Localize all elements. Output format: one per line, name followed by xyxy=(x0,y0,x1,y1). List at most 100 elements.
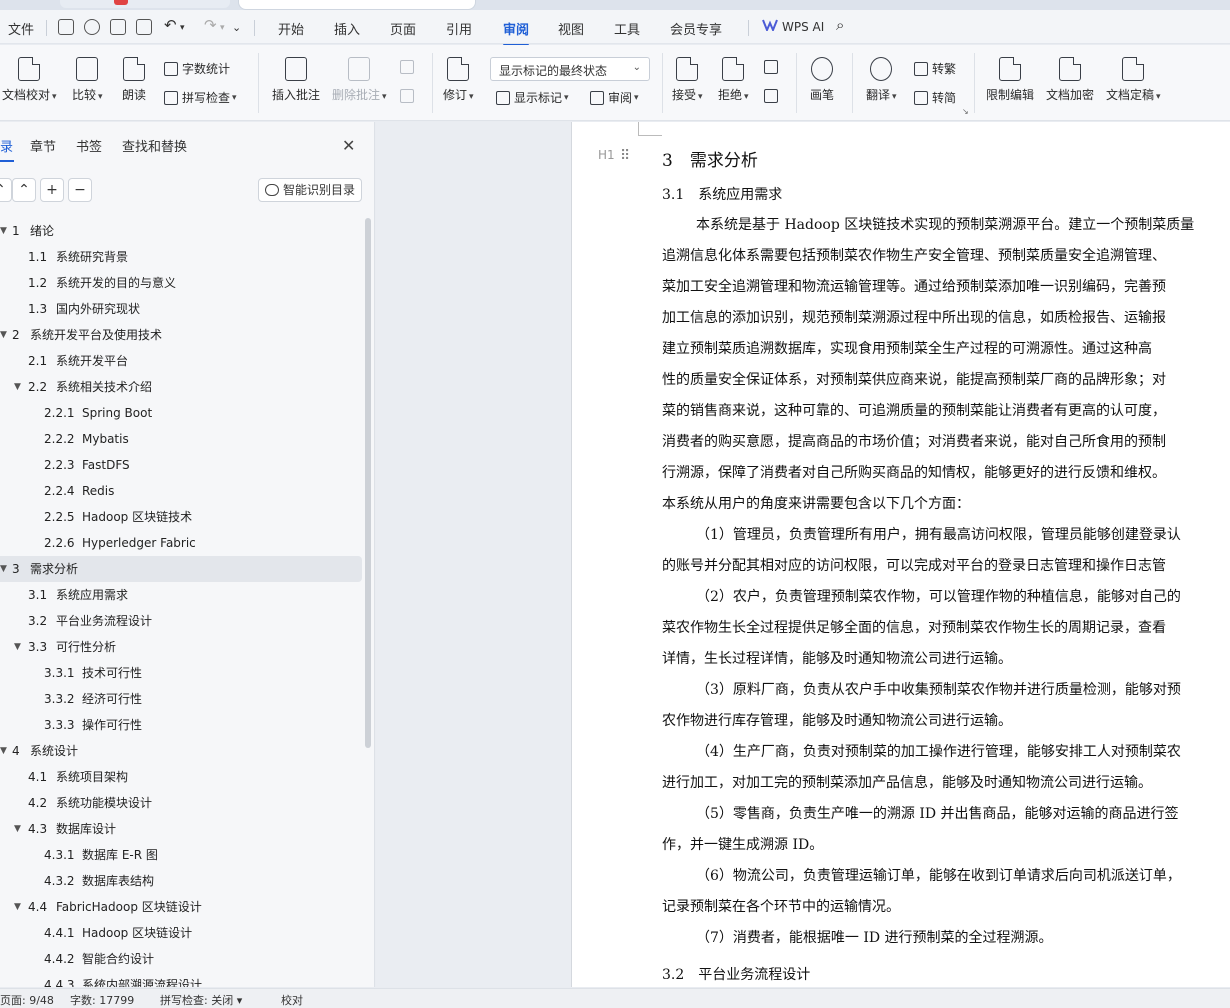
toc-item[interactable]: 4.4.3 系统内部溯源流程设计 xyxy=(0,972,362,987)
encrypt-document-button[interactable]: 文档加密 xyxy=(1046,57,1094,103)
tab-references[interactable]: 引用 xyxy=(446,19,472,38)
toc-item[interactable]: ▼ 4.4 FabricHadoop 区块链设计 xyxy=(0,894,362,920)
next-revision-button[interactable] xyxy=(764,89,782,103)
expand-toggle-icon[interactable]: ▼ xyxy=(0,556,7,582)
tab-page[interactable]: 页面 xyxy=(390,19,416,38)
word-count-indicator[interactable]: 字数: 17799 xyxy=(70,992,134,1008)
toc-item[interactable]: ▼ 3 需求分析 xyxy=(0,556,362,582)
nav-tab-find-replace[interactable]: 查找和替换 xyxy=(122,136,187,155)
reject-button[interactable]: 拒绝 ▾ xyxy=(718,57,749,103)
accept-button[interactable]: 接受 ▾ xyxy=(672,57,703,103)
tab-member[interactable]: 会员专享 xyxy=(670,19,722,38)
nav-tab-toc[interactable]: 录 xyxy=(0,136,15,162)
toc-item[interactable]: 3.1 系统应用需求 xyxy=(0,582,362,608)
expand-toggle-icon[interactable]: ▼ xyxy=(14,374,21,400)
toc-item[interactable]: 1.3 国内外研究现状 xyxy=(0,296,362,322)
add-heading-button[interactable]: + xyxy=(40,178,64,202)
toc-item[interactable]: 4.4.1 Hadoop 区块链设计 xyxy=(0,920,362,946)
finalize-document-button[interactable]: 文档定稿 ▾ xyxy=(1106,57,1161,103)
read-aloud-button[interactable]: 朗读 xyxy=(122,57,146,103)
translate-button[interactable]: 翻译 ▾ xyxy=(866,57,897,103)
menu-file[interactable]: 文件 xyxy=(8,19,34,38)
drag-handle-icon[interactable]: ⠿ xyxy=(620,148,630,164)
toc-item[interactable]: ▼ 2.2 系统相关技术介绍 xyxy=(0,374,362,400)
previous-revision-button[interactable] xyxy=(764,60,782,74)
expand-toggle-icon[interactable]: ▼ xyxy=(14,894,21,920)
review-pane-button[interactable]: 审阅 ▾ xyxy=(590,89,639,106)
toc-item[interactable]: 2.2.1 Spring Boot xyxy=(0,400,362,426)
toc-item[interactable]: 4.2 系统功能模块设计 xyxy=(0,790,362,816)
toc-item[interactable]: 2.2.5 Hadoop 区块链技术 xyxy=(0,504,362,530)
share-icon[interactable] xyxy=(84,19,100,35)
tab-tools[interactable]: 工具 xyxy=(614,19,640,38)
tab-insert[interactable]: 插入 xyxy=(334,19,360,38)
pen-button[interactable]: 画笔 xyxy=(810,57,834,103)
previous-comment-button[interactable] xyxy=(400,60,418,74)
document-tab-inactive[interactable] xyxy=(60,0,230,8)
heading-level-icon[interactable]: H1 xyxy=(598,148,615,162)
next-comment-button[interactable] xyxy=(400,89,418,103)
toc-item[interactable]: 4.3.1 数据库 E-R 图 xyxy=(0,842,362,868)
search-icon[interactable]: ⌕ xyxy=(836,16,844,34)
toc-item[interactable]: 3.2 平台业务流程设计 xyxy=(0,608,362,634)
smart-toc-button[interactable]: 智能识别目录 xyxy=(258,178,362,202)
document-tab-active[interactable] xyxy=(238,0,476,10)
nav-tab-bookmarks[interactable]: 书签 xyxy=(76,136,102,155)
markup-state-select[interactable]: 显示标记的最终状态 ⌄ xyxy=(490,57,650,81)
expand-toggle-icon[interactable]: ▼ xyxy=(14,816,21,842)
toc-item[interactable]: 4.3.2 数据库表结构 xyxy=(0,868,362,894)
to-traditional-button[interactable]: 转繁 xyxy=(914,60,956,77)
expand-toggle-icon[interactable]: ▼ xyxy=(0,322,7,348)
toc-item[interactable]: 2.2.3 FastDFS xyxy=(0,452,362,478)
tab-home[interactable]: 开始 xyxy=(278,19,304,38)
page-indicator[interactable]: 页面: 9/48 xyxy=(0,992,54,1008)
spell-check-indicator[interactable]: 拼写检查: 关闭 ▾ xyxy=(160,992,242,1008)
toc-item[interactable]: 3.3.1 技术可行性 xyxy=(0,660,362,686)
print-preview-icon[interactable] xyxy=(136,19,152,35)
toc-item[interactable]: 4.4.2 智能合约设计 xyxy=(0,946,362,972)
print-icon[interactable] xyxy=(110,19,126,35)
move-up-button[interactable]: ⌃ xyxy=(12,178,36,202)
save-icon[interactable] xyxy=(58,19,74,35)
toc-item[interactable]: 3.3.3 操作可行性 xyxy=(0,712,362,738)
toc-item[interactable]: ▼ 4.3 数据库设计 xyxy=(0,816,362,842)
document-page[interactable]: H1 ⠿ 3 需求分析 3.1 系统应用需求 本系统是基于 Hadoop 区块链… xyxy=(571,122,1230,987)
toc-item[interactable]: 2.2.4 Redis xyxy=(0,478,362,504)
toc-scrollbar[interactable] xyxy=(365,218,371,748)
to-simplified-button[interactable]: 转简 xyxy=(914,89,956,106)
nav-tab-chapters[interactable]: 章节 xyxy=(30,136,56,155)
tab-review[interactable]: 审阅 xyxy=(503,19,530,46)
quick-access-more-icon[interactable]: ⌄ xyxy=(232,21,241,34)
wps-ai-button[interactable]: WPS AI xyxy=(782,20,824,34)
toc-item[interactable]: 3.3.2 经济可行性 xyxy=(0,686,362,712)
proof-indicator[interactable]: 校对 xyxy=(281,992,303,1008)
word-count-button[interactable]: 字数统计 xyxy=(164,60,230,77)
expand-toggle-icon[interactable]: ▼ xyxy=(0,738,7,764)
expand-toggle-icon[interactable]: ▼ xyxy=(0,218,7,244)
undo-dropdown-icon[interactable]: ▾ xyxy=(180,23,185,33)
close-icon[interactable]: ✕ xyxy=(342,136,355,155)
toc-item[interactable]: 4.1 系统项目架构 xyxy=(0,764,362,790)
delete-comment-button[interactable]: 删除批注 ▾ xyxy=(332,57,387,103)
redo-icon[interactable]: ↷ xyxy=(204,16,217,34)
group-expand-icon[interactable]: ↘ xyxy=(962,107,969,116)
toc-item[interactable]: 2.2.6 Hyperledger Fabric xyxy=(0,530,362,556)
compare-button[interactable]: 比较 ▾ xyxy=(72,57,103,103)
toc-item[interactable]: ▼ 3.3 可行性分析 xyxy=(0,634,362,660)
toc-item[interactable]: ▼ 2 系统开发平台及使用技术 xyxy=(0,322,362,348)
doc-check-button[interactable]: 文档校对 ▾ xyxy=(2,57,57,103)
toc-item[interactable]: 2.1 系统开发平台 xyxy=(0,348,362,374)
show-markup-button[interactable]: 显示标记 ▾ xyxy=(496,89,569,106)
restrict-edit-button[interactable]: 限制编辑 xyxy=(986,57,1034,103)
toc-item[interactable]: 1.2 系统开发的目的与意义 xyxy=(0,270,362,296)
expand-toggle-icon[interactable]: ▼ xyxy=(14,634,21,660)
toc-item[interactable]: ▼ 1 绪论 xyxy=(0,218,362,244)
revise-button[interactable]: 修订 ▾ xyxy=(443,57,474,103)
toc-item[interactable]: ▼ 4 系统设计 xyxy=(0,738,362,764)
tab-view[interactable]: 视图 xyxy=(558,19,584,38)
toc-item[interactable]: 2.2.2 Mybatis xyxy=(0,426,362,452)
remove-heading-button[interactable]: − xyxy=(68,178,92,202)
insert-comment-button[interactable]: 插入批注 xyxy=(272,57,320,103)
undo-icon[interactable]: ↶ xyxy=(164,16,177,34)
collapse-all-button[interactable]: ⌃ xyxy=(0,178,12,202)
